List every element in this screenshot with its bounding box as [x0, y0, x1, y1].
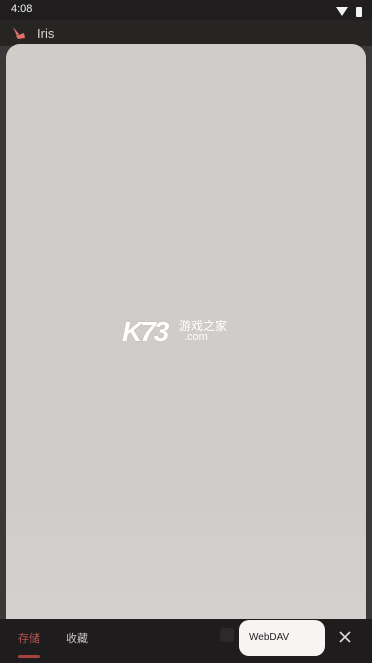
watermark-logo: K73 游戏之家 .com	[122, 316, 248, 348]
webdav-chip[interactable]: WebDAV	[239, 620, 325, 656]
status-time: 4:08	[11, 3, 33, 15]
watermark-mark: K73	[122, 316, 169, 347]
wifi-icon	[335, 7, 348, 17]
iris-logo-icon	[13, 27, 25, 39]
tab-storage[interactable]: 存储	[18, 630, 40, 646]
status-bar: 4:08	[0, 0, 372, 20]
active-tab-indicator	[18, 655, 40, 658]
app-title: Iris	[37, 26, 55, 41]
app-bar: Iris	[0, 20, 372, 46]
watermark-domain: .com	[184, 331, 208, 343]
overlay-sheet[interactable]	[6, 44, 366, 655]
battery-icon	[356, 6, 362, 17]
tab-favorites[interactable]: 收藏	[66, 630, 88, 646]
dimmed-item	[220, 628, 234, 642]
webdav-chip-label: WebDAV	[249, 632, 290, 643]
status-icons	[335, 3, 362, 21]
close-icon[interactable]	[334, 626, 356, 648]
